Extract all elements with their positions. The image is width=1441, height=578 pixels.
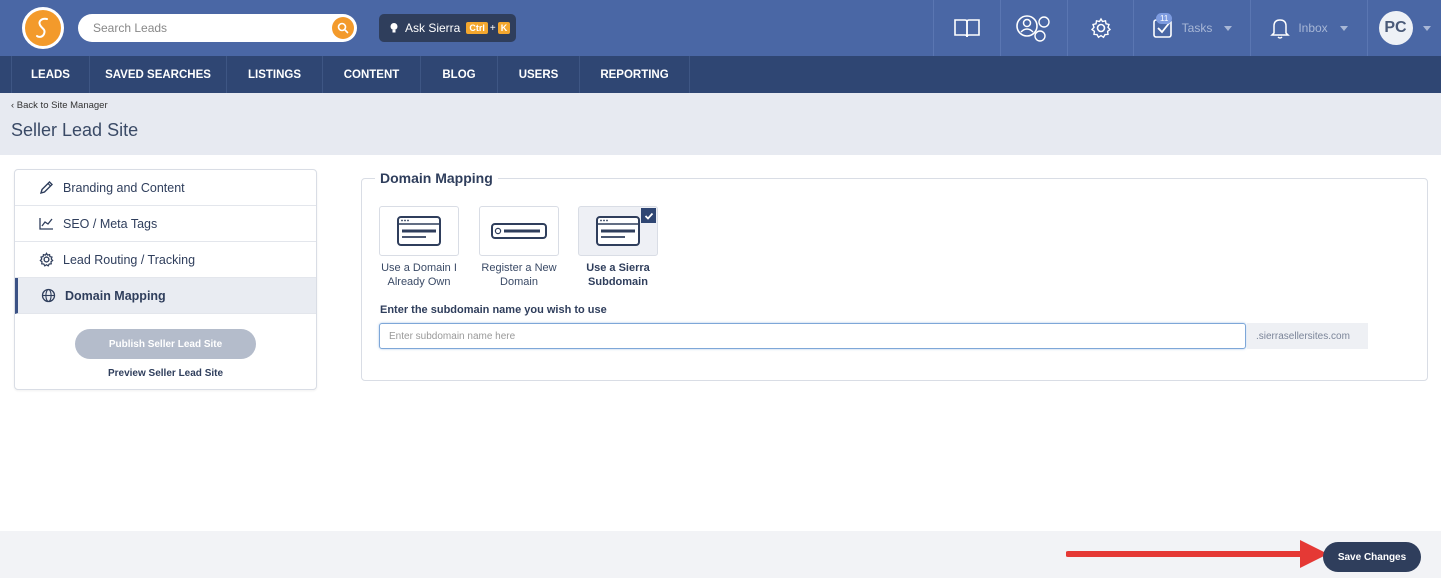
book-icon — [954, 19, 980, 38]
chevron-down-icon — [1422, 25, 1431, 31]
option-label: Use a Sierra Subdomain — [586, 262, 650, 288]
sierra-logo[interactable] — [22, 7, 64, 49]
gear-icon — [38, 252, 54, 268]
option-sierra-subdomain[interactable]: Use a Sierra Subdomain — [578, 206, 658, 289]
checkmark-icon — [641, 208, 656, 223]
option-label: Use a Domain I Already Own — [381, 262, 457, 288]
option-label: Register a New Domain — [481, 262, 557, 288]
lightbulb-icon — [389, 22, 399, 34]
subdomain-input[interactable] — [379, 323, 1246, 349]
inbox-menu[interactable]: Inbox — [1250, 0, 1367, 56]
option-card[interactable] — [578, 206, 658, 256]
page-title: Seller Lead Site — [11, 120, 139, 140]
search-icon — [337, 22, 349, 34]
sidebar-item-label: Lead Routing / Tracking — [63, 252, 196, 267]
nav-reporting[interactable]: REPORTING — [580, 56, 690, 93]
sierra-s-icon — [36, 17, 48, 38]
nav-saved-searches[interactable]: SAVED SEARCHES — [90, 56, 227, 93]
shortcut-key-ctrl: Ctrl — [466, 22, 488, 34]
main-nav: LEADS SAVED SEARCHES LISTINGS CONTENT BL… — [0, 56, 1441, 93]
back-to-site-manager-link[interactable]: ‹ Back to Site Manager — [11, 100, 108, 111]
option-card[interactable] — [379, 206, 459, 256]
top-bar: Ask Sierra Ctrl + K — [0, 0, 1441, 56]
sidebar-item-domain-mapping[interactable]: Domain Mapping — [15, 278, 316, 314]
ask-sierra-button[interactable]: Ask Sierra Ctrl + K — [379, 14, 516, 42]
subdomain-label: Enter the subdomain name you wish to use — [380, 304, 607, 316]
guide-button[interactable] — [933, 0, 1000, 56]
pencil-icon — [38, 180, 54, 196]
nav-blog[interactable]: BLOG — [421, 56, 498, 93]
tasks-label: Tasks — [1181, 21, 1213, 35]
team-button[interactable] — [1000, 0, 1067, 56]
tasks-count-badge: 11 — [1156, 13, 1173, 24]
account-menu[interactable]: PC — [1367, 0, 1441, 56]
sidebar-item-label: Domain Mapping — [65, 288, 166, 303]
sidebar-item-seo[interactable]: SEO / Meta Tags — [15, 206, 316, 242]
search-leads — [78, 14, 357, 42]
nav-content[interactable]: CONTENT — [323, 56, 421, 93]
option-card[interactable] — [479, 206, 559, 256]
sidebar-item-branding[interactable]: Branding and Content — [15, 170, 316, 206]
search-button[interactable] — [332, 17, 354, 39]
subdomain-suffix: .sierrasellersites.com — [1247, 323, 1368, 349]
option-own-domain[interactable]: Use a Domain I Already Own — [379, 206, 459, 289]
chevron-down-icon — [1339, 25, 1348, 31]
option-register-domain[interactable]: Register a New Domain — [479, 206, 559, 289]
bell-icon — [1270, 19, 1291, 39]
save-changes-button[interactable]: Save Changes — [1323, 542, 1421, 572]
shortcut-key-k: K — [497, 22, 511, 34]
settings-button[interactable] — [1067, 0, 1133, 56]
page-header: ‹ Back to Site Manager Seller Lead Site — [0, 93, 1441, 155]
sidebar-item-label: Branding and Content — [63, 180, 185, 195]
browser-window-icon — [596, 216, 640, 246]
avatar: PC — [1378, 11, 1413, 45]
domain-mapping-title: Domain Mapping — [375, 170, 498, 186]
shortcut-plus: + — [489, 22, 496, 34]
sidebar-item-lead-routing[interactable]: Lead Routing / Tracking — [15, 242, 316, 278]
tasks-menu[interactable]: 11 Tasks — [1133, 0, 1250, 56]
search-input[interactable] — [78, 14, 328, 42]
users-network-icon — [1016, 15, 1050, 42]
preview-seller-lead-site-link[interactable]: Preview Seller Lead Site — [15, 368, 316, 379]
chevron-down-icon — [1224, 25, 1233, 31]
nav-users[interactable]: USERS — [498, 56, 580, 93]
top-icons: 11 Tasks Inbox PC — [933, 0, 1441, 56]
ask-sierra-label: Ask Sierra — [405, 21, 461, 35]
globe-icon — [40, 288, 56, 304]
nav-leads[interactable]: LEADS — [11, 56, 90, 93]
browser-window-icon — [397, 216, 441, 246]
address-bar-icon — [491, 223, 547, 239]
annotation-arrow-icon — [1066, 540, 1328, 568]
publish-seller-lead-site-button[interactable]: Publish Seller Lead Site — [75, 329, 256, 359]
nav-listings[interactable]: LISTINGS — [227, 56, 323, 93]
inbox-label: Inbox — [1298, 21, 1328, 35]
gear-icon — [1090, 17, 1111, 39]
sidebar-item-label: SEO / Meta Tags — [63, 216, 158, 231]
settings-sidebar: Branding and Content SEO / Meta Tags Lea… — [14, 169, 317, 390]
chart-line-icon — [38, 216, 54, 232]
